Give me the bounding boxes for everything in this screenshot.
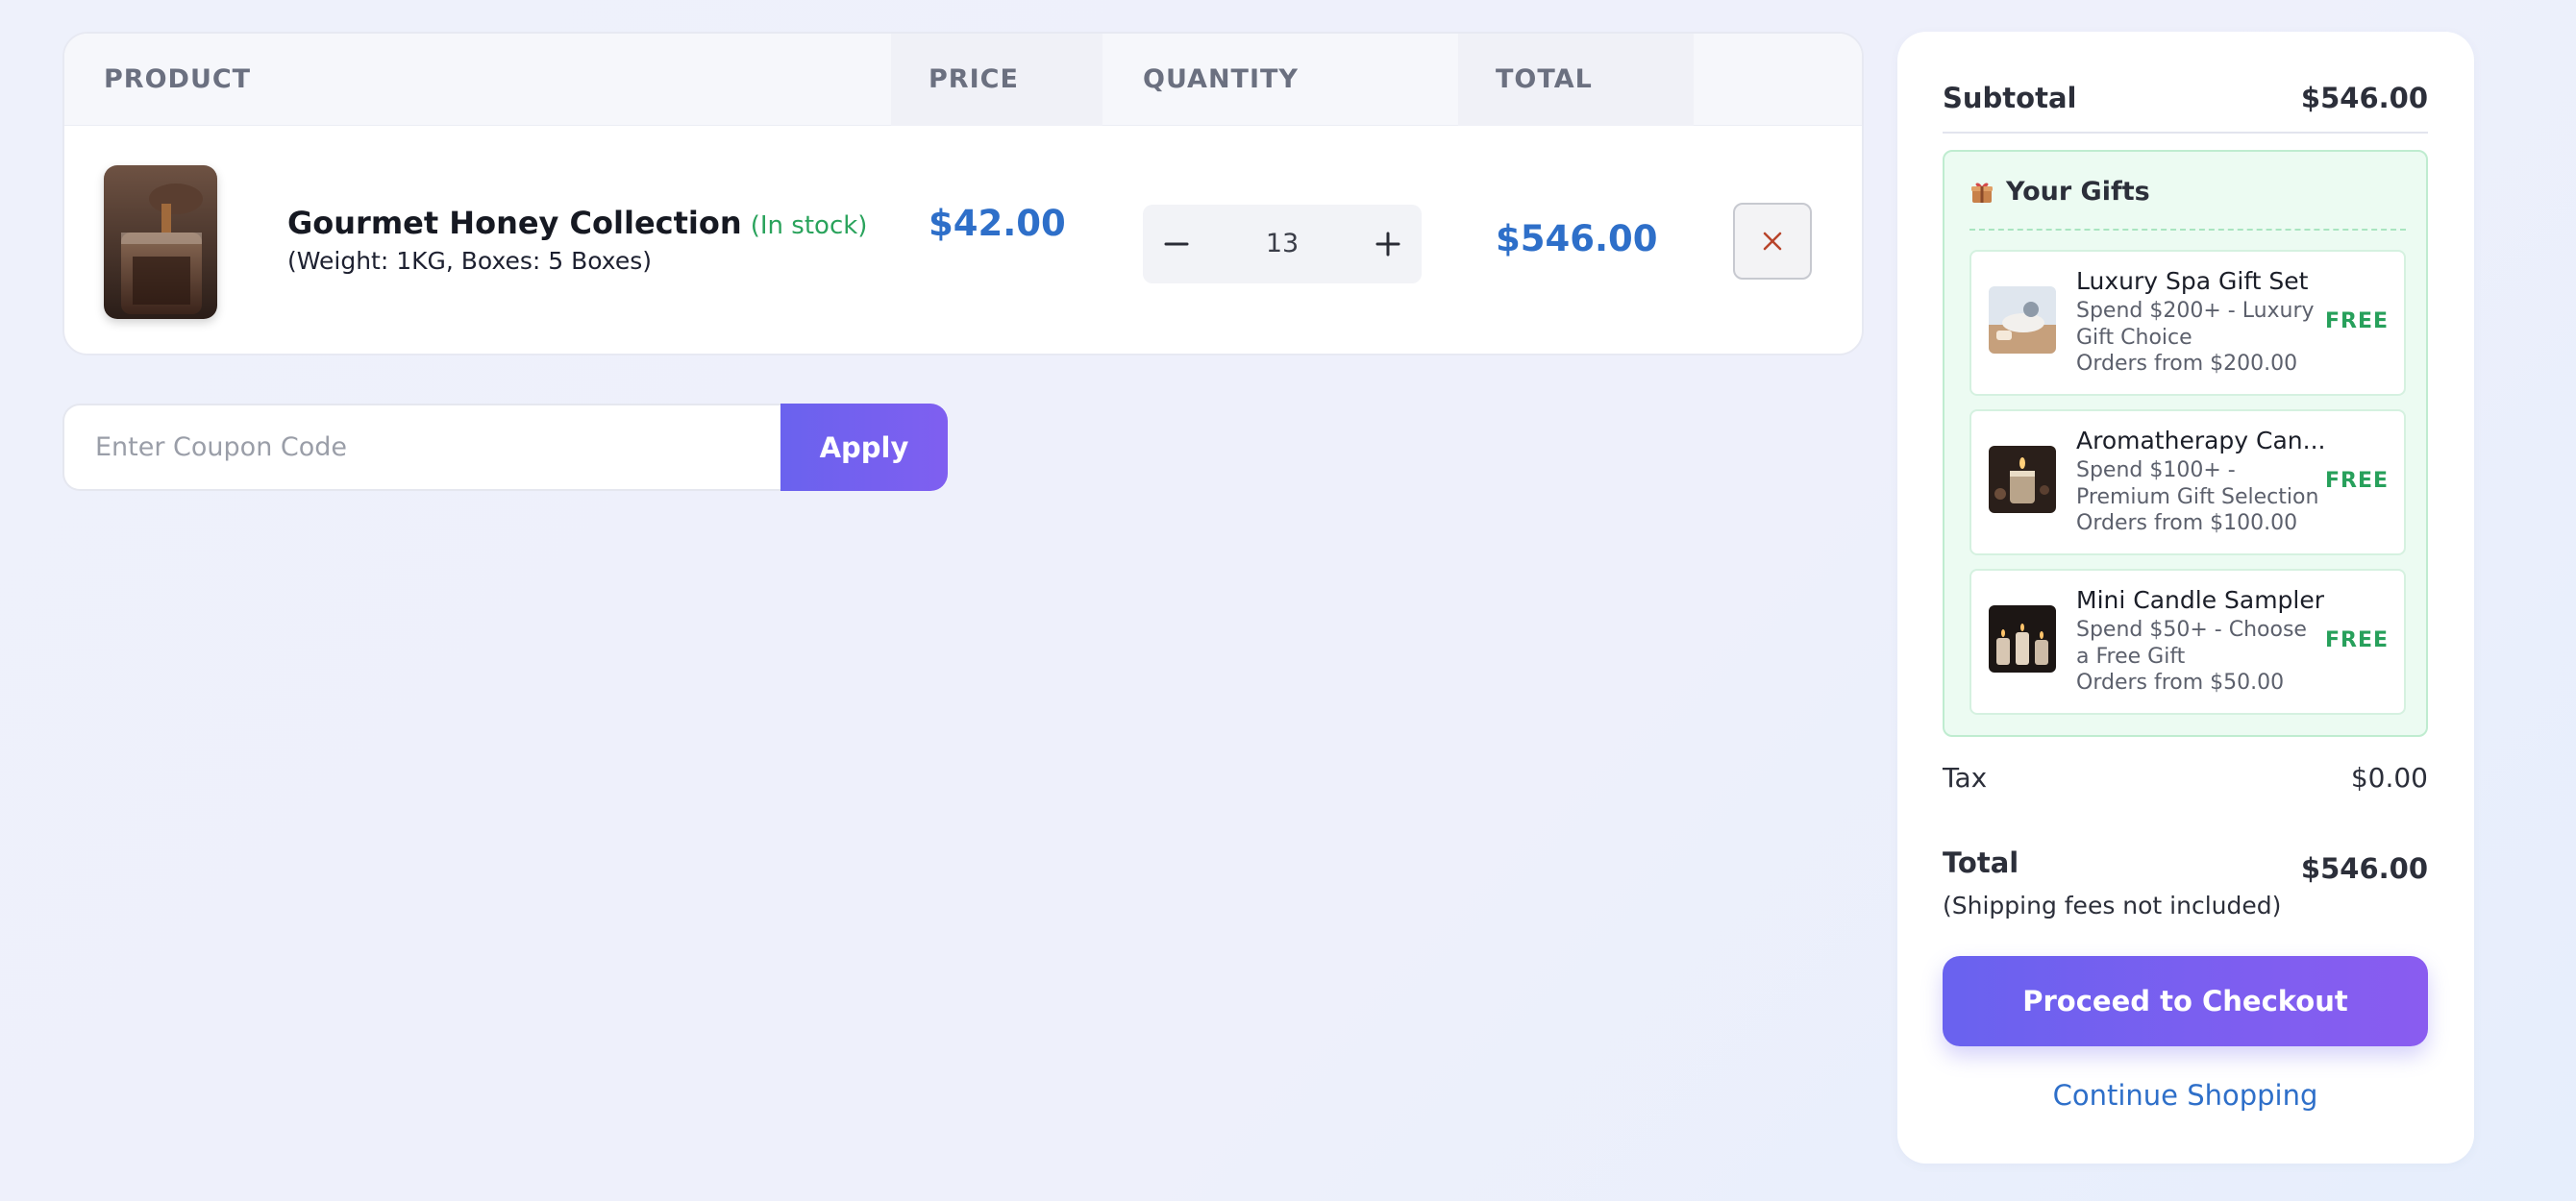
total-value: $546.00 xyxy=(2300,852,2428,885)
gift-description: Spend $50+ - Choose a Free Gift xyxy=(2076,618,2307,669)
subtotal-row: Subtotal $546.00 xyxy=(1943,82,2428,114)
apply-coupon-button[interactable]: Apply xyxy=(780,404,948,491)
gift-icon xyxy=(1971,183,1993,203)
product-name-row: Gourmet Honey Collection (In stock) xyxy=(287,205,867,241)
close-icon xyxy=(1763,232,1782,251)
continue-shopping-link[interactable]: Continue Shopping xyxy=(1943,1079,2428,1112)
line-total: $546.00 xyxy=(1496,218,1658,259)
coupon-code-input[interactable] xyxy=(62,404,783,491)
gifts-separator xyxy=(1969,229,2406,231)
gifts-panel: Your Gifts Luxury Spa Gift Set Spend $20… xyxy=(1943,150,2428,737)
decrease-quantity-button[interactable] xyxy=(1143,205,1210,283)
gift-description: Spend $200+ - Luxury Gift Choice xyxy=(2076,299,2315,350)
total-row: Total $546.00 xyxy=(1943,846,2428,885)
divider xyxy=(1943,132,2428,134)
gift-description: Spend $100+ - Premium Gift Selection xyxy=(2076,458,2319,509)
shipping-note-row: (Shipping fees not included) xyxy=(1943,892,2428,919)
tax-label: Tax xyxy=(1943,762,1988,794)
gift-minimum: Orders from $100.00 xyxy=(2076,511,2298,535)
plus-icon xyxy=(1375,232,1400,257)
gift-minimum: Orders from $50.00 xyxy=(2076,671,2285,695)
gift-title: Mini Candle Sampler xyxy=(2076,586,2325,614)
product-name[interactable]: Gourmet Honey Collection xyxy=(287,205,742,241)
tax-row: Tax $0.00 xyxy=(1943,762,2428,794)
table-header: PRODUCT PRICE QUANTITY TOTAL xyxy=(64,34,1862,126)
header-quantity: QUANTITY xyxy=(1143,64,1299,94)
stock-status: (In stock) xyxy=(750,211,868,240)
gift-free-badge: FREE xyxy=(2324,309,2389,333)
gift-item[interactable]: Mini Candle Sampler Spend $50+ - Choose … xyxy=(1969,569,2406,715)
subtotal-value: $546.00 xyxy=(2300,82,2428,114)
proceed-to-checkout-button[interactable]: Proceed to Checkout xyxy=(1943,956,2428,1046)
total-label: Total xyxy=(1943,846,2019,879)
gift-image xyxy=(1989,446,2056,513)
header-price: PRICE xyxy=(929,64,1019,94)
cart-table: PRODUCT PRICE QUANTITY TOTAL Gourmet Hon… xyxy=(62,32,1864,355)
gifts-header: Your Gifts xyxy=(1969,177,2150,207)
gift-image xyxy=(1989,286,2056,354)
gift-free-badge: FREE xyxy=(2324,628,2389,652)
product-variant: (Weight: 1KG, Boxes: 5 Boxes) xyxy=(287,247,652,275)
gift-item[interactable]: Aromatherapy Can... Spend $100+ - Premiu… xyxy=(1969,409,2406,555)
gift-title: Aromatherapy Can... xyxy=(2076,427,2326,454)
gifts-title: Your Gifts xyxy=(2006,177,2150,207)
remove-item-button[interactable] xyxy=(1733,203,1812,280)
gift-free-badge: FREE xyxy=(2324,469,2389,493)
quantity-stepper: 13 xyxy=(1143,205,1422,283)
header-total: TOTAL xyxy=(1496,64,1593,94)
minus-icon xyxy=(1164,242,1189,246)
unit-price: $42.00 xyxy=(929,203,1066,244)
gift-item[interactable]: Luxury Spa Gift Set Spend $200+ - Luxury… xyxy=(1969,250,2406,396)
order-summary: Subtotal $546.00 Your Gifts Luxury Spa G… xyxy=(1897,32,2474,1164)
increase-quantity-button[interactable] xyxy=(1354,205,1422,283)
quantity-value[interactable]: 13 xyxy=(1210,205,1354,283)
gift-title: Luxury Spa Gift Set xyxy=(2076,267,2309,295)
shipping-note: (Shipping fees not included) xyxy=(1943,892,2282,919)
tax-value: $0.00 xyxy=(2350,762,2428,794)
product-image[interactable] xyxy=(104,165,217,319)
gift-minimum: Orders from $200.00 xyxy=(2076,352,2298,376)
header-product: PRODUCT xyxy=(104,64,252,94)
cart-page: PRODUCT PRICE QUANTITY TOTAL Gourmet Hon… xyxy=(0,0,2576,1201)
subtotal-label: Subtotal xyxy=(1943,82,2077,114)
gift-image xyxy=(1989,605,2056,673)
